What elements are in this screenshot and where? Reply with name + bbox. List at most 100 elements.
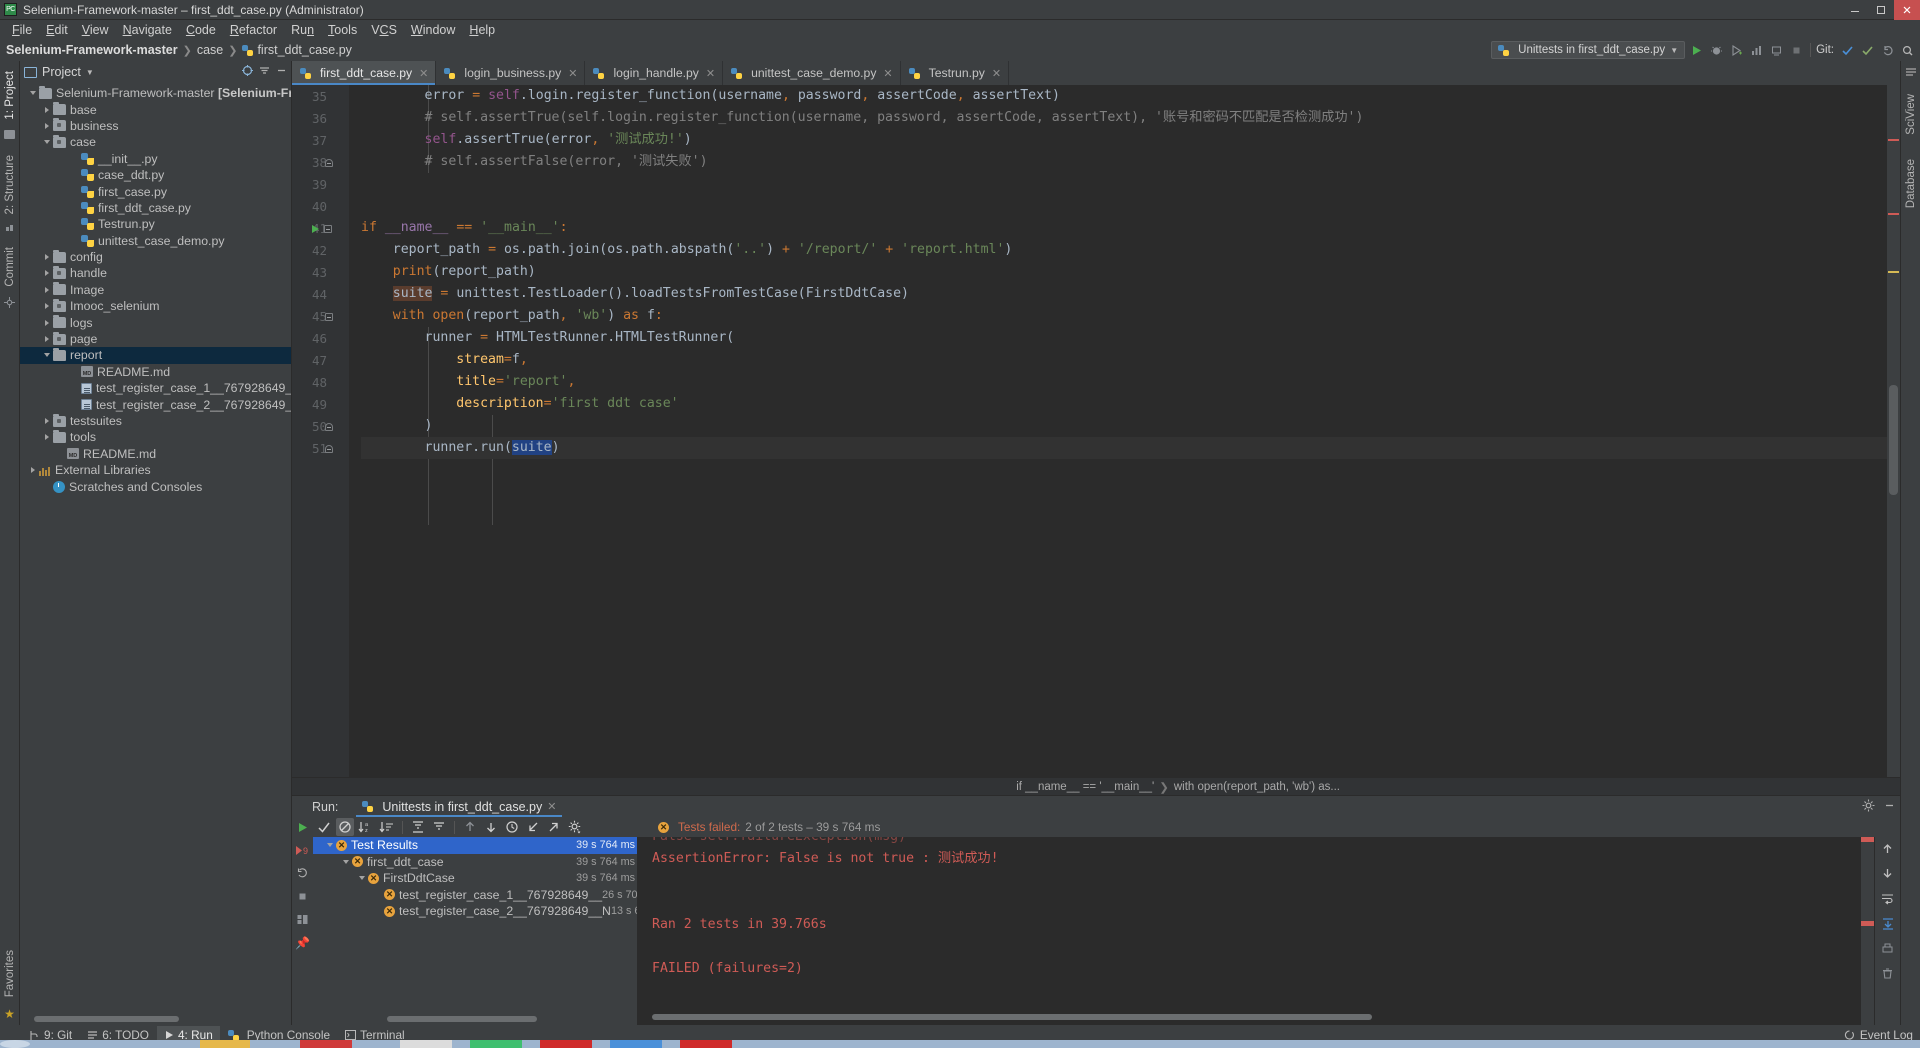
project-tree-row[interactable]: MD README.md (20, 364, 291, 380)
menu-vcs[interactable]: VCS (364, 22, 404, 38)
update-project-icon[interactable] (1838, 41, 1856, 59)
code-line[interactable]: with open(report_path, 'wb') as f: (361, 305, 1900, 327)
code-area[interactable]: error = self.login.register_function(use… (349, 85, 1900, 777)
project-tree-row[interactable]: test_register_case_2__767928649__None__u (20, 396, 291, 412)
scrollbar-thumb[interactable] (1889, 385, 1898, 495)
editor-tab[interactable]: Testrun.py ✕ (901, 61, 1010, 85)
code-line[interactable]: runner.run(suite) (361, 437, 1900, 459)
close-icon[interactable]: ✕ (547, 800, 556, 813)
code-line[interactable]: report_path = os.path.join(os.path.abspa… (361, 239, 1900, 261)
menu-file[interactable]: File (5, 22, 39, 38)
project-tree-row[interactable]: business (20, 118, 291, 134)
profile-icon[interactable] (1747, 41, 1765, 59)
export-tests-icon[interactable] (545, 818, 563, 836)
show-passed-icon[interactable] (315, 818, 333, 836)
select-opened-file-icon[interactable] (241, 64, 254, 80)
scroll-up-icon[interactable] (1881, 842, 1894, 858)
menu-window[interactable]: Window (404, 22, 462, 38)
pin-icon[interactable]: 📌 (295, 936, 310, 950)
hide-panel-icon[interactable] (1883, 799, 1896, 815)
close-icon[interactable]: ✕ (419, 67, 428, 80)
test-tree-horizontal-scrollbar[interactable] (313, 1016, 637, 1025)
bottom-breadcrumb-statement[interactable]: with open(report_path, 'wb') as... (1174, 781, 1340, 793)
soft-wrap-icon[interactable] (1881, 892, 1895, 908)
tree-toggle[interactable] (40, 303, 53, 310)
project-tree-row[interactable]: handle (20, 265, 291, 281)
run-line-marker[interactable] (312, 218, 343, 240)
clear-all-icon[interactable] (1881, 967, 1894, 983)
tree-toggle[interactable] (40, 270, 53, 277)
project-tree-row[interactable]: base (20, 101, 291, 117)
project-tree-row[interactable]: External Libraries (20, 462, 291, 478)
fold-region-end[interactable] (325, 438, 343, 460)
console-error-stripe[interactable] (1861, 837, 1874, 1025)
scroll-to-end-icon[interactable] (1881, 917, 1895, 933)
run-configuration-selector[interactable]: Unittests in first_ddt_case.py ▼ (1491, 41, 1686, 59)
breadcrumb-file[interactable]: first_ddt_case.py (257, 43, 352, 57)
tree-toggle[interactable] (40, 140, 53, 145)
tree-toggle[interactable] (40, 319, 53, 326)
maximize-button[interactable] (1868, 0, 1894, 20)
tree-toggle[interactable] (355, 876, 368, 881)
code-line[interactable]: print(report_path) (361, 261, 1900, 283)
minimize-button[interactable] (1842, 0, 1868, 20)
project-tree-row[interactable]: unittest_case_demo.py (20, 233, 291, 249)
project-tree-row[interactable]: first_ddt_case.py (20, 200, 291, 216)
project-tree-row[interactable]: tools (20, 429, 291, 445)
project-tree-row[interactable]: report (20, 347, 291, 364)
close-button[interactable] (1894, 0, 1920, 20)
stop-icon[interactable] (296, 890, 309, 906)
code-line[interactable] (361, 173, 1900, 195)
rerun-failed-icon[interactable]: 9 (295, 844, 310, 860)
code-line[interactable]: description='first ddt case' (361, 393, 1900, 415)
menu-code[interactable]: Code (179, 22, 223, 38)
editor-tab[interactable]: first_ddt_case.py ✕ (292, 61, 437, 85)
tool-tab-commit[interactable]: Commit (2, 241, 18, 293)
menu-tools[interactable]: Tools (321, 22, 364, 38)
project-tree-row[interactable]: Selenium-Framework-master [Selenium-Fram… (20, 85, 291, 101)
editor-tab[interactable]: login_handle.py ✕ (585, 61, 724, 85)
code-line[interactable]: suite = unittest.TestLoader().loadTestsF… (361, 283, 1900, 305)
code-line[interactable]: self.assertTrue(error, '测试成功!') (361, 129, 1900, 151)
tree-toggle[interactable] (40, 106, 53, 113)
project-tree-row[interactable]: page (20, 331, 291, 347)
menu-view[interactable]: View (75, 22, 116, 38)
hide-panel-icon[interactable] (275, 64, 288, 80)
expand-all-icon[interactable] (409, 818, 427, 836)
tree-toggle[interactable] (339, 859, 352, 864)
error-stripe-mark[interactable] (1888, 213, 1899, 215)
start-button[interactable] (0, 1040, 30, 1048)
menu-refactor[interactable]: Refactor (223, 22, 284, 38)
layout-icon[interactable] (296, 913, 309, 929)
menu-edit[interactable]: Edit (39, 22, 75, 38)
project-tree-row[interactable]: logs (20, 314, 291, 330)
tree-toggle[interactable] (26, 467, 39, 474)
tree-toggle[interactable] (40, 336, 53, 343)
code-line[interactable]: title='report', (361, 371, 1900, 393)
tool-tab-structure[interactable]: 2: Structure (2, 149, 18, 220)
attach-process-icon[interactable] (1767, 41, 1785, 59)
collapse-all-icon[interactable] (430, 818, 448, 836)
tool-tab-project[interactable]: 1: Project (2, 65, 18, 126)
tree-toggle[interactable] (26, 91, 39, 96)
tree-toggle[interactable] (40, 254, 53, 261)
code-line[interactable] (361, 195, 1900, 217)
show-history-icon[interactable] (503, 818, 521, 836)
rollback-icon[interactable] (1878, 41, 1896, 59)
code-line[interactable]: error = self.login.register_function(use… (361, 85, 1900, 107)
error-stripe-mark[interactable] (1861, 921, 1874, 926)
code-line[interactable]: ) (361, 415, 1900, 437)
tool-tab-sciview[interactable]: SciView (1903, 88, 1919, 141)
debug-icon[interactable] (1707, 41, 1725, 59)
project-tree-row[interactable]: config (20, 249, 291, 265)
project-tree-row[interactable]: testsuites (20, 413, 291, 429)
settings-gear-icon[interactable] (566, 818, 584, 836)
project-tree-row[interactable]: __init__.py (20, 151, 291, 167)
project-tree-row[interactable]: case (20, 134, 291, 150)
code-line[interactable]: runner = HTMLTestRunner.HTMLTestRunner( (361, 327, 1900, 349)
menu-help[interactable]: Help (462, 22, 502, 38)
project-file-tree[interactable]: Selenium-Framework-master [Selenium-Fram… (20, 83, 291, 1016)
taskbar-item[interactable] (680, 1040, 732, 1048)
code-line[interactable]: if __name__ == '__main__': (361, 217, 1900, 239)
scroll-down-icon[interactable] (1881, 867, 1894, 883)
